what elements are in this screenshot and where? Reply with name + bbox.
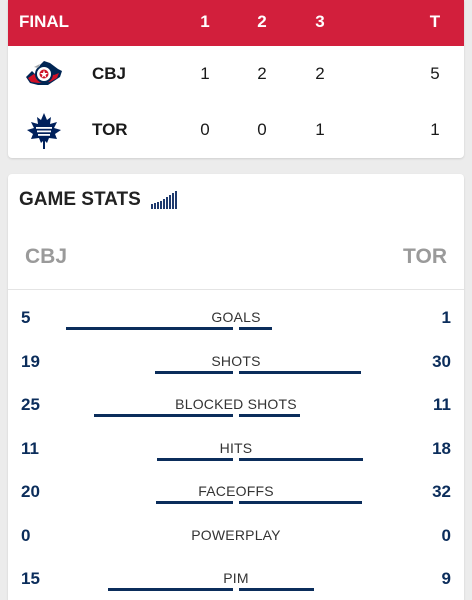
- period-1-score: 0: [200, 120, 210, 139]
- stat-row: 5 GOALS 1: [8, 302, 464, 345]
- away-stat-value: 11: [433, 395, 451, 414]
- stat-label: FACEOFFS: [198, 483, 274, 499]
- home-stat-value: 0: [21, 525, 31, 545]
- home-stat-value: 19: [21, 351, 40, 371]
- home-stat-value: 11: [21, 438, 39, 458]
- stat-label: BLOCKED SHOTS: [175, 396, 297, 412]
- stat-label: HITS: [219, 439, 253, 456]
- stat-row: 20 FACEOFFS 32: [8, 476, 464, 519]
- stat-label: POWERPLAY: [191, 526, 281, 543]
- home-stat-value: 15: [21, 569, 40, 588]
- stat-row: 19 SHOTS 30: [8, 346, 464, 389]
- stat-label: SHOTS: [211, 352, 261, 369]
- home-stat-bar: [108, 588, 233, 591]
- away-stat-value: 30: [432, 351, 451, 371]
- blue-jackets-logo-icon: [26, 61, 62, 85]
- home-stat-value: 20: [21, 482, 40, 501]
- period-1-header: 1: [200, 12, 210, 31]
- stat-row: 11 HITS 18: [8, 433, 464, 476]
- home-stat-bar: [156, 501, 233, 504]
- total-score: 5: [430, 64, 440, 83]
- away-stat-value: 18: [432, 438, 451, 458]
- period-3-header: 3: [315, 12, 325, 31]
- stat-row: 25 BLOCKED SHOTS 11: [8, 389, 464, 432]
- home-team-heading: CBJ: [25, 245, 68, 268]
- home-stat-value: 5: [21, 308, 31, 327]
- away-team-heading: TOR: [403, 245, 447, 268]
- away-stat-bar: [239, 501, 362, 504]
- away-stat-bar: [239, 327, 272, 330]
- period-2-header: 2: [257, 12, 267, 31]
- period-3-score: 1: [315, 120, 325, 139]
- maple-leafs-logo-icon: [27, 113, 61, 149]
- stat-row: 15 PIM 9: [8, 563, 464, 600]
- away-stat-value: 0: [441, 525, 451, 545]
- scoreboard-header: FINAL 1 2 3 T: [8, 0, 464, 46]
- period-1-score: 1: [200, 64, 210, 83]
- away-stat-value: 1: [441, 308, 451, 327]
- period-2-score: 2: [257, 64, 267, 83]
- home-stat-bar: [66, 327, 233, 330]
- team-row-tor[interactable]: TOR 0 0 1 1: [8, 102, 464, 158]
- game-stats-title: GAME STATS: [19, 189, 141, 210]
- team-abbr: TOR: [92, 120, 128, 139]
- home-stat-bar: [155, 370, 233, 374]
- away-stat-value: 9: [441, 569, 451, 588]
- stat-label: GOALS: [211, 309, 261, 325]
- away-stat-bar: [239, 588, 314, 591]
- game-status: FINAL: [19, 12, 70, 31]
- home-stat-bar: [94, 414, 233, 417]
- bar-chart-icon[interactable]: [151, 190, 181, 210]
- away-stat-value: 32: [432, 482, 451, 501]
- period-3-score: 2: [315, 64, 325, 83]
- total-score: 1: [430, 120, 440, 139]
- away-stat-bar: [239, 414, 300, 417]
- stat-label: PIM: [223, 570, 249, 586]
- game-stats-card: GAME STATS CBJ TOR 5 GOALS 1 19 SHOTS 30 25 BLO…: [8, 174, 464, 600]
- home-stat-bar: [157, 457, 233, 461]
- divider: [8, 289, 464, 290]
- total-header: T: [429, 12, 441, 31]
- stat-row: 0 POWERPLAY 0: [8, 520, 464, 563]
- home-stat-value: 25: [21, 395, 40, 414]
- team-abbr: CBJ: [92, 64, 127, 83]
- away-stat-bar: [239, 457, 363, 461]
- away-stat-bar: [239, 370, 361, 374]
- scoreboard-card: FINAL 1 2 3 T CBJ 1 2 2 5 TOR 0 0 1 1: [8, 0, 464, 158]
- period-2-score: 0: [257, 120, 267, 139]
- team-row-cbj[interactable]: CBJ 1 2 2 5: [8, 46, 464, 102]
